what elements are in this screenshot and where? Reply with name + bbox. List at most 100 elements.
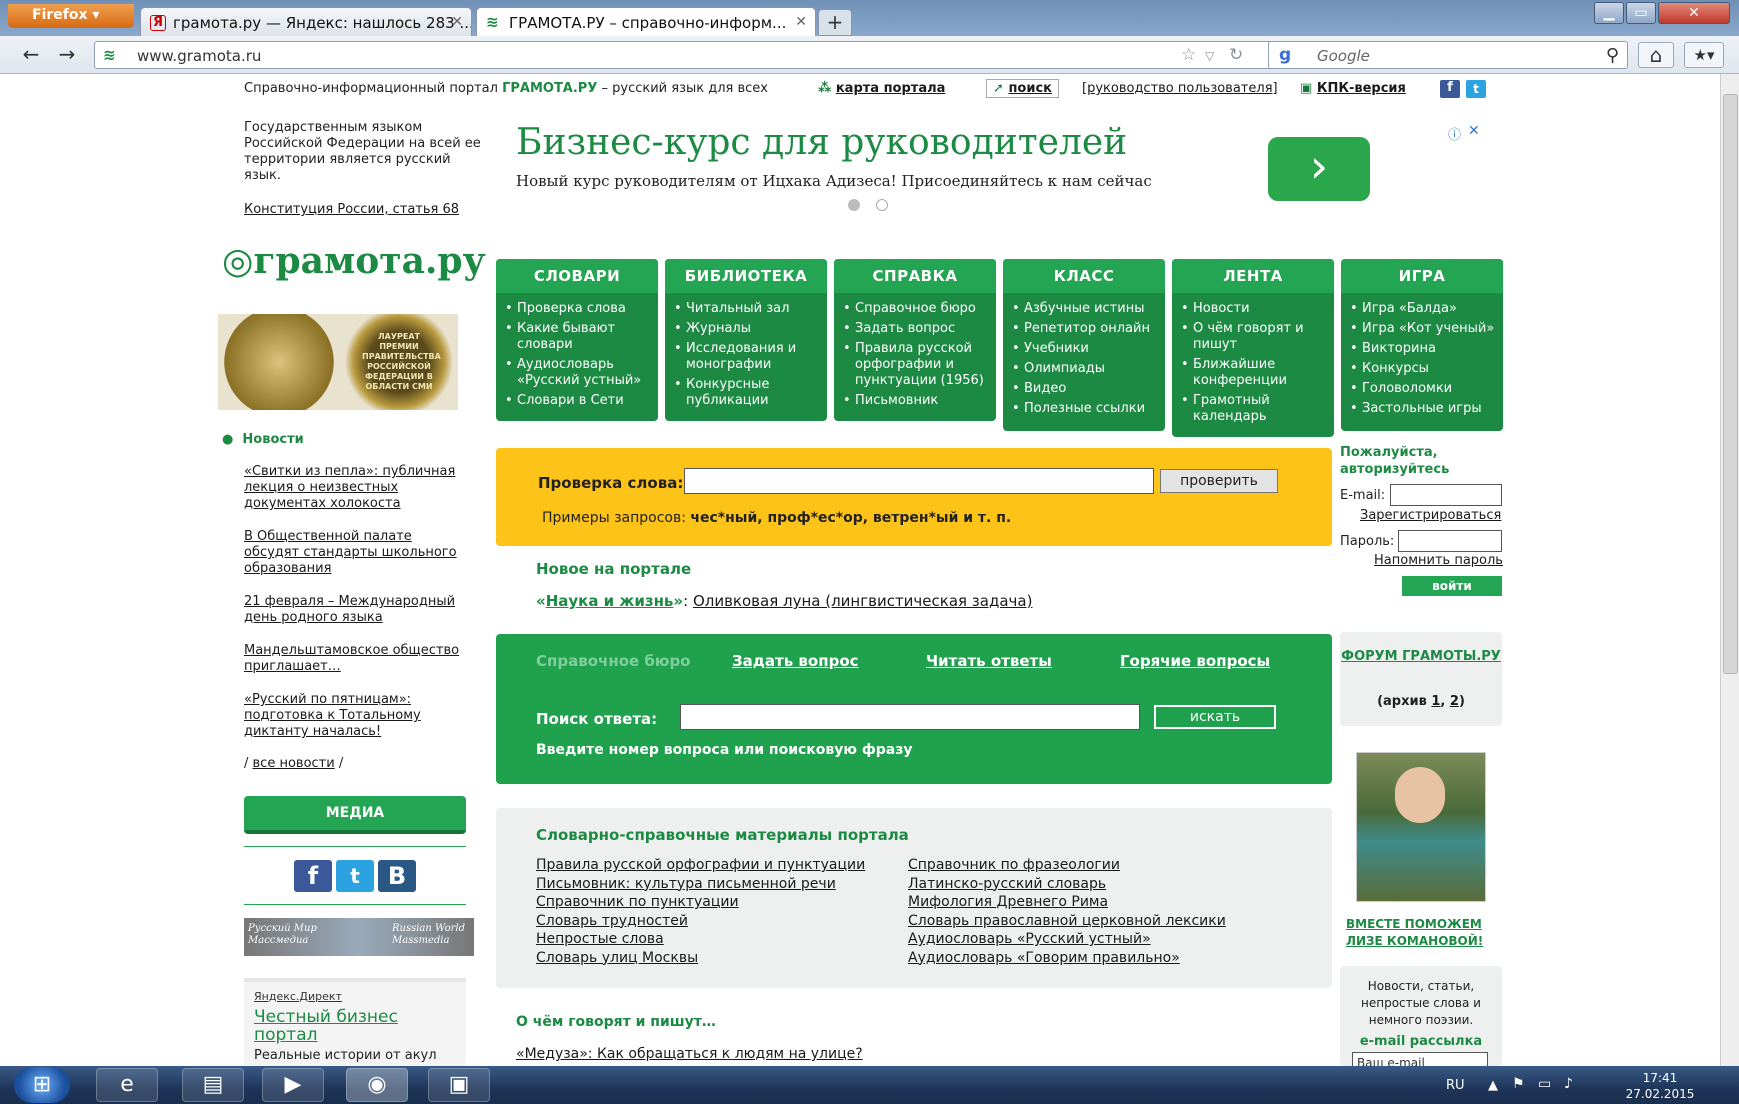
sitemap-link[interactable]: ⁂ карта портала [818,81,945,96]
menu-header[interactable]: ИГРА [1341,259,1503,293]
menu-item[interactable]: Учебники [1011,341,1159,357]
close-icon[interactable]: ✕ [795,14,807,30]
tab-gramota[interactable]: ≋ ГРАМОТА.РУ – справочно-информ... ✕ [476,7,816,36]
media-button[interactable]: МЕДИА [244,796,466,834]
answer-search-input[interactable] [680,704,1140,730]
direct-label[interactable]: Яндекс.Директ [254,990,342,1003]
firefox-taskbar-icon[interactable]: ◉ [346,1068,408,1102]
search-icon[interactable]: ⚲ [1606,45,1619,66]
firefox-menu-button[interactable]: Firefox ▾ [8,4,134,28]
menu-item[interactable]: Журналы [673,321,821,337]
menu-item[interactable]: Справочное бюро [842,301,990,317]
material-link[interactable]: Словарь трудностей [536,912,865,931]
back-icon[interactable]: ← [16,42,46,68]
tab-ask-question[interactable]: Задать вопрос [732,652,859,670]
menu-item[interactable]: О чём говорят и пишут [1180,321,1328,353]
twitter-icon[interactable]: t [1466,80,1486,98]
register-link[interactable]: Зарегистрироваться [1360,508,1501,523]
guide-link[interactable]: [руководство пользователя] [1082,81,1278,96]
facebook-icon[interactable]: f [1440,80,1460,98]
minimize-button[interactable]: ▁ [1594,2,1624,24]
menu-item[interactable]: Видео [1011,381,1159,397]
carousel-dot-active[interactable] [848,199,860,211]
scrollbar-thumb[interactable] [1723,94,1738,674]
new-tab-button[interactable]: + [818,9,852,36]
reload-icon[interactable]: ↻ [1229,45,1243,65]
menu-item[interactable]: Исследования и монографии [673,341,821,373]
explorer-folder-icon[interactable]: ▤ [182,1068,244,1102]
material-link[interactable]: Латинско-русский словарь [908,875,1226,894]
ad-next-button[interactable]: › [1268,137,1370,201]
vertical-scrollbar[interactable] [1720,74,1739,1066]
search-link[interactable]: ➚ поиск [986,79,1059,98]
material-link[interactable]: Справочник по пунктуации [536,893,865,912]
constitution-link[interactable]: Конституция России, статья 68 [244,202,459,217]
menu-header[interactable]: ЛЕНТА [1172,259,1334,293]
search-bar[interactable]: g Google ⚲ [1268,41,1628,69]
menu-header[interactable]: СПРАВКА [834,259,996,293]
menu-item[interactable]: Правила русской орфографии и пунктуации … [842,341,990,389]
menu-item[interactable]: Проверка слова [504,301,652,317]
ad-close-icon[interactable]: ✕ [1468,123,1480,139]
dropdown-icon[interactable]: ▽ [1205,49,1214,63]
tab-read-answers[interactable]: Читать ответы [926,652,1052,670]
menu-header[interactable]: БИБЛИОТЕКА [665,259,827,293]
password-field[interactable] [1398,530,1502,552]
girl-photo[interactable] [1356,752,1486,902]
volume-icon[interactable]: ♪ [1564,1076,1573,1092]
archive-link-2[interactable]: 2 [1450,694,1459,709]
news-item[interactable]: В Общественной палате обсудят стандарты … [244,529,464,577]
material-link[interactable]: Аудиословарь «Русский устный» [908,930,1226,949]
archive-link-1[interactable]: 1 [1431,694,1440,709]
menu-item[interactable]: Читальный зал [673,301,821,317]
close-icon[interactable]: ✕ [451,14,463,30]
forum-link[interactable]: ФОРУМ ГРАМОТЫ.РУ [1340,648,1502,665]
maximize-button[interactable]: ▭ [1626,2,1656,24]
tray-expand-icon[interactable]: ▲ [1488,1078,1498,1093]
twitter-icon[interactable]: t [336,860,374,892]
flag-icon[interactable]: ⚑ [1512,1076,1525,1092]
menu-item[interactable]: Игра «Балда» [1349,301,1497,317]
material-link[interactable]: Справочник по фразеологии [908,856,1226,875]
ad-info-icon[interactable]: ⓘ [1448,124,1461,143]
all-news-link[interactable]: все новости [253,756,335,771]
material-link[interactable]: Письмовник: культура письменной речи [536,875,865,894]
close-window-button[interactable]: ✕ [1658,2,1730,24]
check-button[interactable]: проверить [1160,469,1278,493]
tab-hot-questions[interactable]: Горячие вопросы [1120,652,1270,670]
menu-item[interactable]: Конкурсные публикации [673,377,821,409]
language-indicator[interactable]: RU [1446,1078,1465,1093]
internet-explorer-icon[interactable]: e [96,1068,158,1102]
facebook-icon[interactable]: f [294,860,332,892]
menu-item[interactable]: Полезные ссылки [1011,401,1159,417]
menu-item[interactable]: Олимпиады [1011,361,1159,377]
ad-text[interactable]: Новый курс руководителям от Ицхака Адизе… [516,172,1152,190]
menu-header[interactable]: СЛОВАРИ [496,259,658,293]
menu-item[interactable]: Словари в Сети [504,393,652,409]
answer-search-button[interactable]: искать [1154,705,1276,729]
news-item[interactable]: «Русский по пятницам»: подготовка к Тота… [244,692,464,740]
material-link[interactable]: Непростые слова [536,930,865,949]
russian-world-banner[interactable]: Русский Мир Массмедиа Russian World Mass… [244,918,474,956]
kpk-link[interactable]: ▣ КПК-версия [1300,81,1406,96]
menu-item[interactable]: Азбучные истины [1011,301,1159,317]
talk-item[interactable]: «Медуза»: Как обращаться к людям на улиц… [516,1046,863,1062]
home-icon[interactable]: ⌂ [1638,42,1674,68]
forward-icon[interactable]: → [52,42,82,68]
login-button[interactable]: войти [1402,576,1502,596]
menu-item[interactable]: Ближайшие конференции [1180,357,1328,389]
tab-reference-bureau[interactable]: Справочное бюро [536,652,691,670]
menu-header[interactable]: КЛАСС [1003,259,1165,293]
material-link[interactable]: Мифология Древнего Рима [908,893,1226,912]
new-item-link[interactable]: Оливковая луна (лингвистическая задача) [693,592,1033,610]
vkontakte-icon[interactable]: В [378,860,416,892]
remind-password-link[interactable]: Напомнить пароль [1374,553,1503,568]
network-icon[interactable]: ▭ [1538,1076,1551,1092]
menu-item[interactable]: Репетитор онлайн [1011,321,1159,337]
direct-title[interactable]: Честный бизнес портал [254,1008,454,1044]
menu-item[interactable]: Грамотный календарь [1180,393,1328,425]
menu-item[interactable]: Новости [1180,301,1328,317]
news-item[interactable]: Мандельштамовское общество приглашает… [244,643,464,675]
url-bar[interactable]: ≋ www.gramota.ru ☆ ▽ ↻ [94,41,1284,69]
start-button[interactable]: ⊞ [14,1067,70,1103]
